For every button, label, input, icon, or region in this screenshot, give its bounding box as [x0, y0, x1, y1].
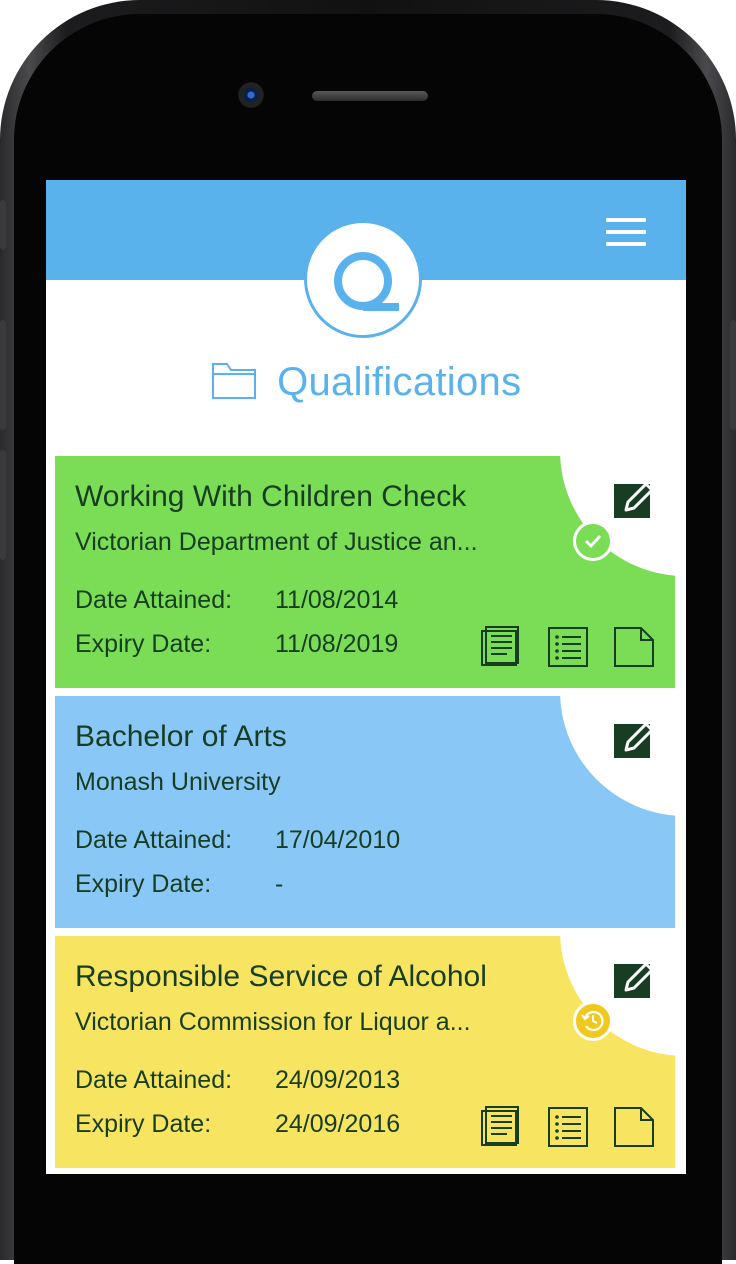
- date-attained-value: 24/09/2013: [275, 1066, 401, 1094]
- date-attained-label: Date Attained:: [75, 826, 233, 854]
- qualification-card[interactable]: Bachelor of Arts Monash University Date …: [55, 696, 675, 928]
- phone-side-button: [0, 320, 6, 430]
- front-camera-icon: [238, 82, 264, 108]
- qualification-title: Bachelor of Arts: [75, 720, 287, 753]
- date-attained-value: 11/08/2014: [275, 586, 399, 614]
- menu-bar: [606, 230, 646, 234]
- date-attained-value: 17/04/2010: [275, 826, 401, 854]
- blank-page-icon[interactable]: [613, 1106, 655, 1148]
- earpiece-speaker: [312, 91, 428, 101]
- issuing-organisation: Monash University: [75, 768, 281, 796]
- page-title: Qualifications: [277, 360, 522, 404]
- edit-icon[interactable]: [614, 958, 658, 998]
- document-lines-icon[interactable]: [479, 626, 521, 668]
- q-logo-icon: [304, 220, 422, 338]
- check-circle-icon: [573, 521, 613, 561]
- menu-bar: [606, 218, 646, 222]
- qualification-card[interactable]: Working With Children Check Victorian De…: [55, 456, 675, 688]
- expiry-date-value: -: [275, 870, 284, 898]
- qualification-title: Responsible Service of Alcohol: [75, 960, 487, 993]
- blank-page-icon[interactable]: [613, 626, 655, 668]
- menu-bar: [606, 242, 646, 246]
- edit-icon[interactable]: [614, 478, 658, 518]
- checklist-icon[interactable]: [547, 1106, 589, 1148]
- phone-side-button: [730, 320, 736, 430]
- clock-history-icon: [573, 1001, 613, 1041]
- issuing-organisation: Victorian Department of Justice an...: [75, 528, 478, 556]
- qualification-title: Working With Children Check: [75, 480, 467, 513]
- folder-icon: [211, 360, 257, 405]
- page-header: Qualifications: [46, 360, 686, 410]
- date-attained-label: Date Attained:: [75, 1066, 233, 1094]
- date-attained-label: Date Attained:: [75, 586, 233, 614]
- edit-icon[interactable]: [614, 718, 658, 758]
- app-screen: Qualifications Working With Children Che…: [46, 180, 686, 1174]
- issuing-organisation: Victorian Commission for Liquor a...: [75, 1008, 471, 1036]
- expiry-date-value: 11/08/2019: [275, 630, 399, 658]
- expiry-date-label: Expiry Date:: [75, 630, 212, 658]
- phone-side-button: [0, 450, 6, 560]
- expiry-date-value: 24/09/2016: [275, 1110, 401, 1138]
- expiry-date-label: Expiry Date:: [75, 870, 212, 898]
- document-lines-icon[interactable]: [479, 1106, 521, 1148]
- qualification-card[interactable]: Responsible Service of Alcohol Victorian…: [55, 936, 675, 1168]
- hamburger-menu-icon[interactable]: [604, 216, 648, 248]
- checklist-icon[interactable]: [547, 626, 589, 668]
- expiry-date-label: Expiry Date:: [75, 1110, 212, 1138]
- phone-side-button: [0, 200, 6, 250]
